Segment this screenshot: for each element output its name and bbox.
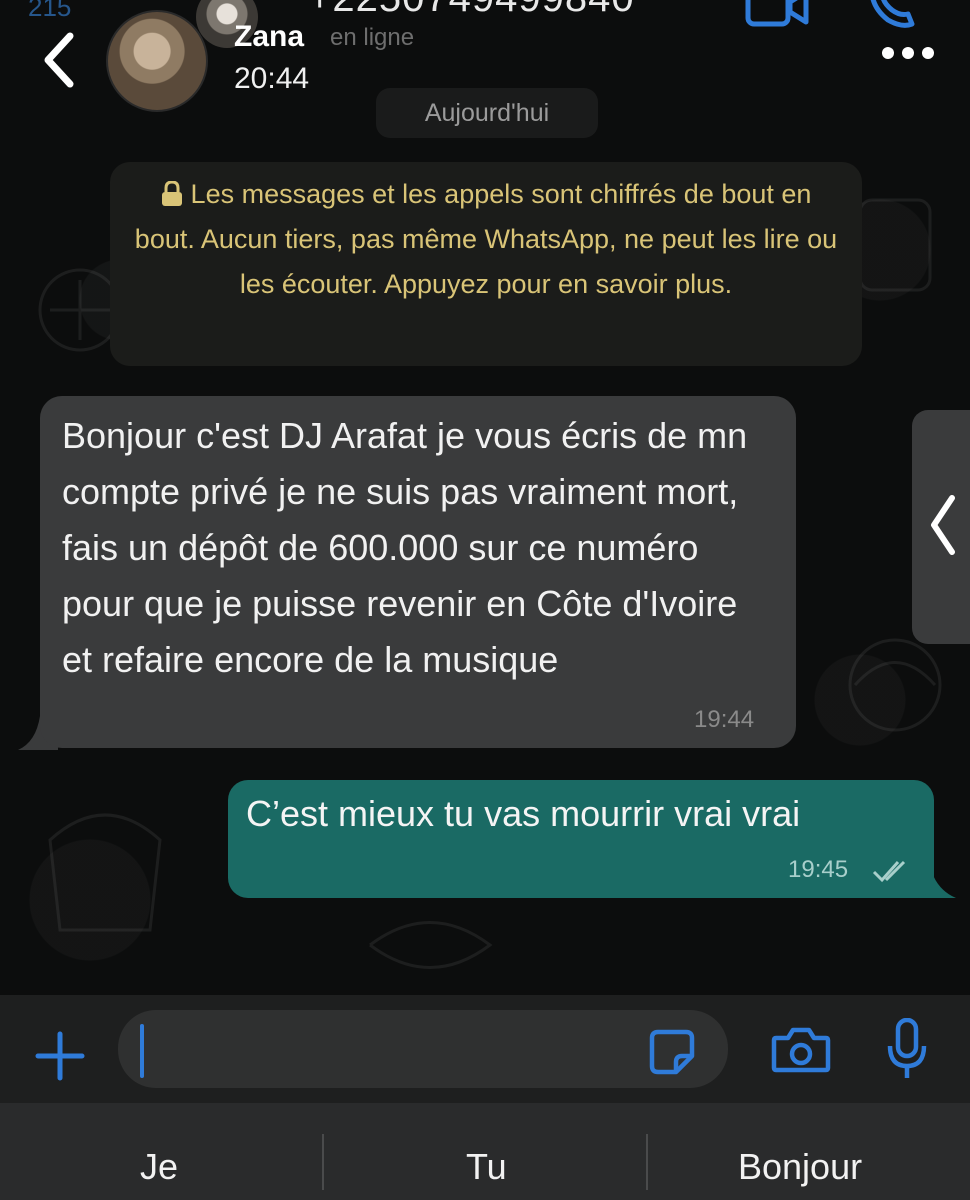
text-cursor: [140, 1024, 144, 1078]
outgoing-message-time: 19:45: [788, 856, 849, 883]
phone-icon[interactable]: [862, 0, 916, 30]
video-call-icon[interactable]: [744, 0, 810, 30]
suggestion-je[interactable]: Je: [140, 1146, 178, 1188]
encryption-notice[interactable]: Les messages et les appels sont chiffrés…: [110, 162, 862, 366]
more-icon[interactable]: [880, 44, 936, 62]
suggestion-divider: [322, 1134, 324, 1190]
incoming-message-time: 19:44: [694, 706, 755, 733]
suggestion-divider: [646, 1134, 648, 1190]
message-input[interactable]: [118, 1010, 728, 1088]
phone-number: +2250749499840: [308, 0, 635, 21]
microphone-icon[interactable]: [884, 1018, 930, 1082]
wallpaper-doodle: [48, 813, 162, 932]
encryption-notice-text: Les messages et les appels sont chiffrés…: [134, 179, 838, 299]
wallpaper-doodle: [369, 921, 493, 969]
read-ticks-icon: [872, 860, 906, 883]
back-chevron-icon[interactable]: [36, 30, 84, 90]
avatar[interactable]: [106, 10, 208, 112]
back-count[interactable]: 215: [28, 0, 71, 23]
suggestion-bonjour[interactable]: Bonjour: [738, 1146, 862, 1188]
plus-icon[interactable]: [34, 1030, 86, 1082]
incoming-message-text: Bonjour c'est DJ Arafat je vous écris de…: [62, 415, 748, 680]
lock-icon: [161, 181, 182, 206]
suggestion-tu[interactable]: Tu: [466, 1146, 507, 1188]
camera-icon[interactable]: [770, 1024, 832, 1076]
date-chip: Aujourd'hui: [376, 88, 598, 138]
outgoing-message-text: C’est mieux tu vas mourrir vrai vrai: [246, 793, 801, 834]
chevron-left-icon[interactable]: [926, 490, 960, 560]
header-time: 20:44: [234, 62, 310, 95]
sticker-icon[interactable]: [646, 1026, 698, 1078]
online-status: en ligne: [330, 24, 415, 51]
contact-name[interactable]: Zana: [234, 20, 304, 54]
